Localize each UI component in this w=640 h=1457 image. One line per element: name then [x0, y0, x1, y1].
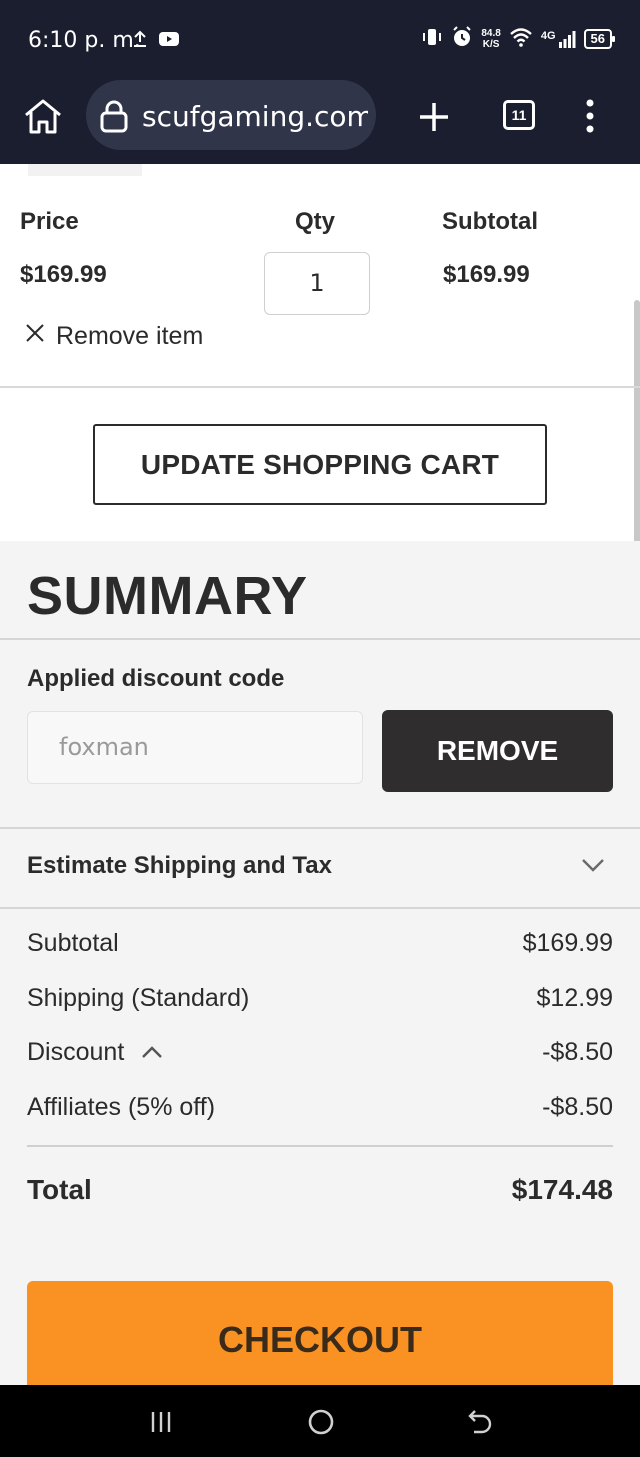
- subtotal-header: Subtotal: [442, 208, 538, 235]
- upload-icon: [132, 30, 148, 53]
- remove-item-link[interactable]: Remove item: [24, 322, 203, 351]
- divider: [0, 638, 640, 640]
- vibrate-icon: [421, 27, 443, 50]
- page-content: Price Qty Subtotal $169.99 1 $169.99 Rem…: [0, 164, 640, 1385]
- summary-row-shipping: Shipping (Standard) $12.99: [27, 984, 613, 1013]
- total-label: Total: [27, 1174, 92, 1205]
- summary-row-label: Discount: [27, 1038, 125, 1066]
- status-right-icons: 84.8 K/S 4G 56: [421, 26, 616, 51]
- discount-code-field[interactable]: foxman: [27, 711, 363, 784]
- home-circle-icon[interactable]: [307, 1408, 335, 1441]
- summary-row-value: -$8.50: [542, 1093, 613, 1121]
- url-bar[interactable]: scufgaming.com/: [86, 80, 376, 150]
- summary-row-affiliates: Affiliates (5% off) -$8.50: [27, 1093, 613, 1122]
- remove-discount-button[interactable]: REMOVE: [382, 710, 613, 792]
- chevron-down-icon[interactable]: [580, 857, 606, 878]
- summary-title: SUMMARY: [27, 566, 308, 626]
- divider: [0, 827, 640, 829]
- browser-toolbar: scufgaming.com/ 11: [0, 80, 640, 164]
- signal-icon: 4G: [541, 30, 576, 48]
- estimate-shipping-toggle[interactable]: Estimate Shipping and Tax: [27, 852, 332, 880]
- net-speed: 84.8 K/S: [481, 28, 500, 50]
- tabs-icon[interactable]: 11: [503, 100, 535, 130]
- wifi-icon: [509, 27, 533, 50]
- qty-input[interactable]: 1: [264, 252, 370, 315]
- item-price: $169.99: [20, 261, 107, 288]
- total-value: $174.48: [511, 1174, 613, 1205]
- chevron-up-icon[interactable]: [140, 1038, 164, 1067]
- update-cart-button[interactable]: UPDATE SHOPPING CART: [93, 424, 547, 505]
- more-vert-icon[interactable]: [580, 98, 600, 139]
- close-icon: [24, 322, 46, 351]
- item-subtotal: $169.99: [443, 261, 530, 288]
- checkout-button[interactable]: CHECKOUT: [27, 1281, 613, 1385]
- status-left-icons: [132, 30, 180, 53]
- summary-row-label: Affiliates (5% off): [27, 1093, 216, 1121]
- back-icon[interactable]: [466, 1407, 494, 1440]
- product-image-stub: [28, 164, 142, 176]
- home-icon[interactable]: [22, 97, 64, 139]
- url-text: scufgaming.com/: [142, 100, 368, 133]
- price-header: Price: [20, 208, 79, 235]
- status-bar: 6:10 p. m. 84.8 K/S 4G 56: [0, 0, 640, 80]
- lock-icon: [98, 99, 130, 138]
- net-speed-value: 84.8: [481, 27, 501, 39]
- summary-row-value: $12.99: [536, 984, 613, 1012]
- summary-row-label: Shipping (Standard): [27, 984, 250, 1012]
- qty-header: Qty: [295, 208, 336, 235]
- network-type: 4G: [540, 29, 556, 42]
- battery-icon: 56: [583, 28, 616, 49]
- summary-row-subtotal: Subtotal $169.99: [27, 929, 613, 958]
- summary-row-label: Subtotal: [27, 929, 119, 957]
- recents-icon[interactable]: [148, 1409, 174, 1440]
- divider: [27, 1145, 613, 1147]
- youtube-icon: [158, 31, 180, 52]
- plus-icon[interactable]: [414, 97, 454, 142]
- summary-section: SUMMARY Applied discount code foxman REM…: [0, 541, 640, 1385]
- order-total: Total $174.48: [27, 1174, 613, 1206]
- summary-row-value: -$8.50: [542, 1038, 613, 1066]
- summary-row-discount: Discount -$8.50: [27, 1038, 613, 1067]
- system-nav-bar: [0, 1385, 640, 1457]
- remove-item-label: Remove item: [56, 322, 204, 350]
- divider: [0, 907, 640, 909]
- discount-label: Applied discount code: [27, 665, 285, 692]
- status-time: 6:10 p. m.: [28, 28, 141, 53]
- alarm-icon: [451, 26, 473, 51]
- discount-toggle[interactable]: Discount: [27, 1038, 164, 1067]
- divider: [0, 386, 640, 388]
- summary-row-value: $169.99: [522, 929, 613, 957]
- net-speed-unit: K/S: [482, 38, 500, 50]
